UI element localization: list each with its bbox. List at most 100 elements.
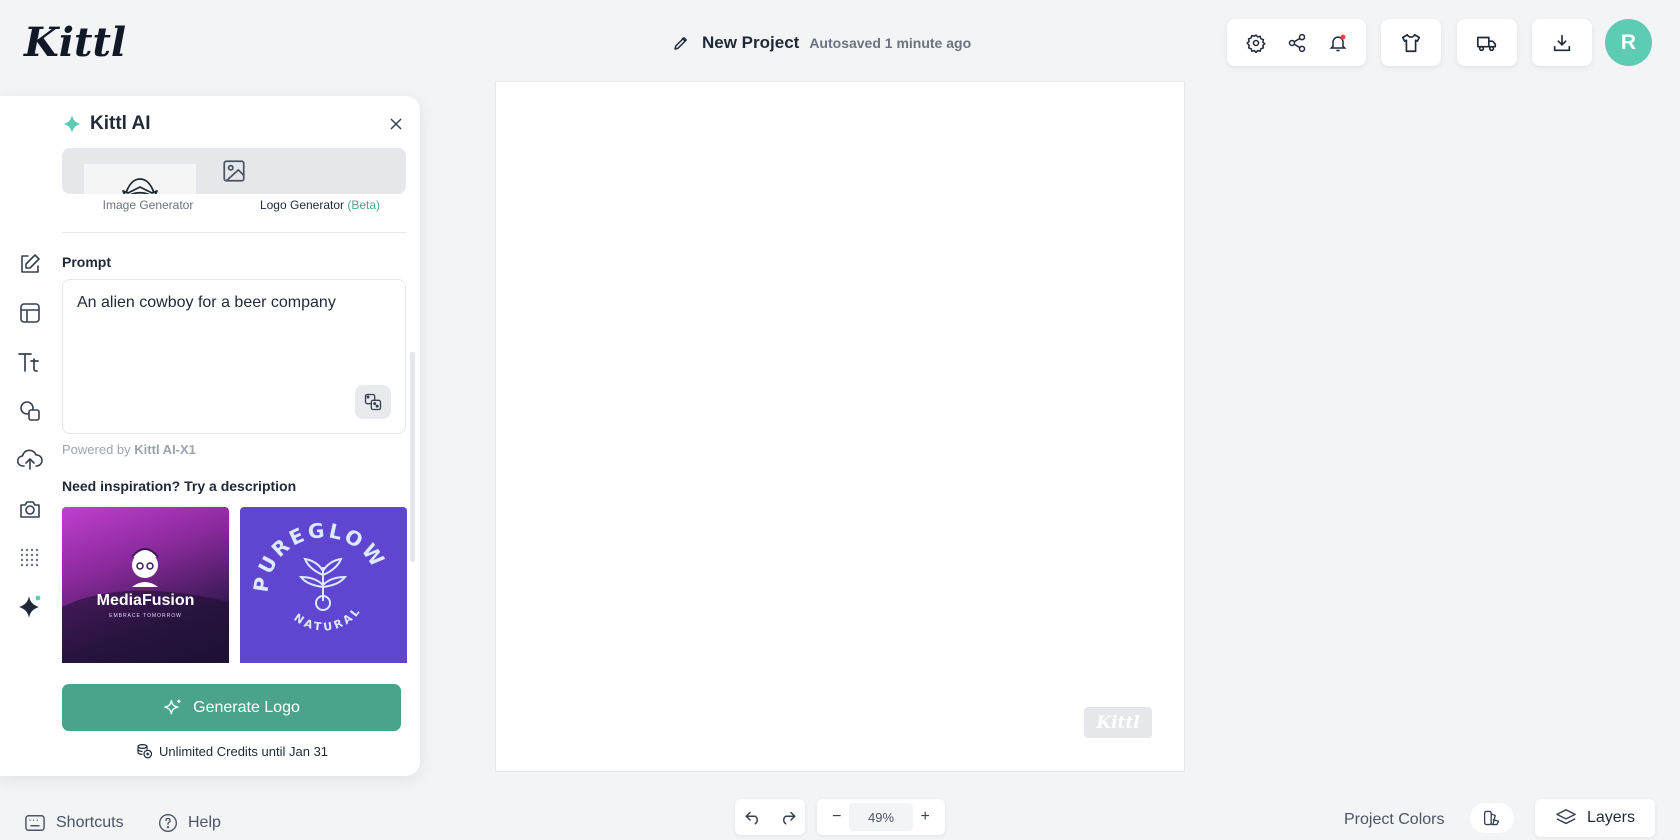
- close-panel-button[interactable]: [382, 110, 410, 138]
- share-button[interactable]: [1279, 25, 1315, 61]
- mediafusion-brand: MediaFusion: [96, 592, 195, 609]
- generate-logo-button[interactable]: Generate Logo: [62, 684, 401, 731]
- upload-icon: [17, 448, 43, 472]
- redo-button[interactable]: [776, 805, 800, 829]
- zoom-level[interactable]: 49%: [848, 803, 914, 831]
- edit-icon: [18, 252, 42, 276]
- project-colors-button[interactable]: [1470, 803, 1514, 833]
- rail-item-edit[interactable]: [14, 248, 46, 280]
- help-icon: [158, 813, 178, 833]
- tab-logo-generator[interactable]: [84, 164, 196, 194]
- credits-info: Unlimited Credits until Jan 31: [62, 742, 401, 760]
- zoom-controls: − 49% +: [817, 799, 945, 835]
- mediafusion-tagline: EMBRACE TOMORROW: [109, 613, 182, 619]
- layers-label: Layers: [1586, 809, 1636, 826]
- history-controls: [735, 799, 805, 835]
- merch-button[interactable]: [1381, 19, 1441, 66]
- watermark-text: Kittl: [1096, 712, 1140, 733]
- user-avatar[interactable]: R: [1605, 19, 1652, 66]
- left-tool-rail: [0, 96, 60, 776]
- shortcuts-label: Shortcuts: [56, 814, 124, 831]
- inspiration-card-pureglow[interactable]: PUREGLOW NATURAL: [240, 507, 407, 663]
- undo-button[interactable]: [741, 805, 765, 829]
- prompt-label: Prompt: [62, 254, 111, 270]
- settings-button[interactable]: [1238, 25, 1274, 61]
- rail-item-photos[interactable]: [14, 493, 46, 525]
- close-icon: [388, 116, 404, 132]
- image-generator-label[interactable]: Image Generator: [62, 198, 234, 212]
- beta-tag: (Beta): [347, 198, 381, 212]
- image-icon: [221, 158, 247, 184]
- keyboard-icon: [24, 813, 46, 833]
- generator-tab-labels: Image Generator Logo Generator (Beta): [62, 198, 406, 212]
- color-swatch-icon: [1482, 809, 1502, 827]
- kittl-logo[interactable]: Kittl: [22, 16, 134, 66]
- share-icon: [1287, 33, 1307, 53]
- prompt-input[interactable]: An alien cowboy for a beer company: [77, 294, 387, 384]
- download-button[interactable]: [1532, 19, 1592, 66]
- panel-header: Kittl AI: [62, 110, 151, 138]
- zoom-in-button[interactable]: +: [913, 805, 937, 829]
- shortcuts-button[interactable]: Shortcuts: [24, 811, 124, 835]
- credits-coins-icon: [135, 742, 153, 760]
- notifications-button[interactable]: [1320, 25, 1356, 61]
- dice-icon: [363, 392, 383, 412]
- photos-icon: [18, 497, 42, 521]
- generate-logo-label: Generate Logo: [193, 698, 300, 716]
- logo-generator-label: Logo Generator: [259, 198, 345, 212]
- powered-by-prefix: Powered by: [62, 442, 131, 457]
- ai-sparkle-icon: [17, 594, 43, 620]
- tshirt-icon: [1400, 32, 1422, 54]
- powered-by-model: Kittl AI-X1: [134, 442, 196, 457]
- panel-title: Kittl AI: [90, 113, 151, 134]
- elements-icon: [18, 399, 42, 423]
- project-colors-label[interactable]: Project Colors: [1344, 811, 1444, 829]
- design-canvas[interactable]: Kittl: [495, 81, 1185, 772]
- project-title-bar: New Project Autosaved 1 minute ago: [672, 30, 971, 56]
- autosave-status: Autosaved 1 minute ago: [809, 35, 972, 51]
- rail-item-elements[interactable]: [14, 395, 46, 427]
- logo-badge-icon: [120, 175, 160, 194]
- generator-tabs: [62, 148, 406, 194]
- rail-item-upload[interactable]: [14, 444, 46, 476]
- rail-item-kittl-ai[interactable]: [14, 591, 46, 623]
- layers-icon: [1555, 808, 1577, 828]
- pencil-icon[interactable]: [672, 34, 690, 52]
- logo-generator-label-wrap[interactable]: Logo Generator (Beta): [234, 198, 406, 212]
- kittl-watermark: Kittl: [1084, 707, 1152, 738]
- panel-scrollbar[interactable]: [410, 352, 415, 562]
- print-delivery-button[interactable]: [1457, 19, 1517, 66]
- mediafusion-mascot-icon: [62, 548, 229, 663]
- pureglow-badge-icon: PUREGLOW NATURAL: [249, 518, 388, 634]
- prompt-box: An alien cowboy for a beer company: [62, 279, 406, 434]
- rail-item-pattern[interactable]: [14, 542, 46, 574]
- rail-item-templates[interactable]: [14, 297, 46, 329]
- kittl-ai-panel: Kittl AI Image Generator Logo Generator …: [0, 96, 420, 776]
- download-icon: [1551, 32, 1573, 54]
- text-icon: [17, 350, 43, 374]
- kittl-logo-text: Kittl: [23, 19, 126, 66]
- settings-icon: [1245, 33, 1266, 53]
- layers-button[interactable]: Layers: [1535, 799, 1655, 837]
- notification-bell-icon: [1328, 33, 1348, 53]
- credits-text: Unlimited Credits until Jan 31: [158, 743, 329, 759]
- help-button[interactable]: Help: [158, 811, 221, 835]
- sparkle-icon: [163, 698, 183, 718]
- ai-sparkle-icon: [62, 113, 82, 135]
- delivery-truck-icon: [1476, 32, 1498, 54]
- kittl-ai-panel-body: Kittl AI Image Generator Logo Generator …: [62, 96, 407, 776]
- powered-by-text: Powered by Kittl AI-X1: [62, 442, 196, 457]
- panel-divider: [62, 232, 406, 233]
- templates-icon: [18, 301, 42, 325]
- random-prompt-button[interactable]: [355, 385, 391, 419]
- pattern-icon: [19, 547, 41, 569]
- project-title[interactable]: New Project: [702, 33, 799, 53]
- help-label: Help: [188, 814, 221, 831]
- rail-item-text[interactable]: [14, 346, 46, 378]
- inspiration-card-mediafusion[interactable]: MediaFusion EMBRACE TOMORROW: [62, 507, 229, 663]
- zoom-out-button[interactable]: −: [825, 805, 849, 829]
- redo-icon: [779, 809, 797, 825]
- inspiration-heading: Need inspiration? Try a description: [62, 478, 297, 494]
- undo-icon: [744, 809, 762, 825]
- top-actions-group: [1227, 19, 1366, 66]
